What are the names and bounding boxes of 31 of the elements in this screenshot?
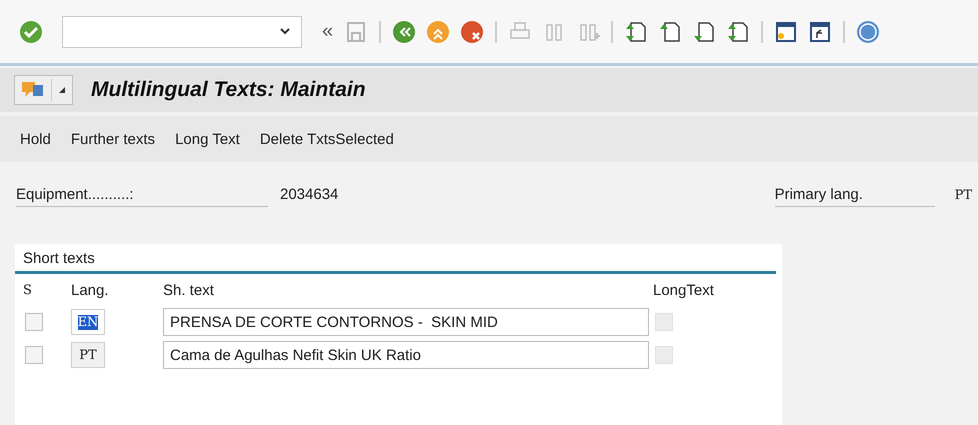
menu-item[interactable]: Long Text: [175, 130, 240, 148]
dropdown-icon: [58, 86, 66, 94]
language-field[interactable]: EN: [71, 309, 105, 335]
expand-button[interactable]: «: [322, 20, 334, 43]
menu-button[interactable]: [14, 75, 73, 105]
column-header: Lang.: [71, 282, 110, 301]
menu-item[interactable]: Hold: [20, 130, 51, 148]
text-field[interactable]: Cama de Agulhas Nefit Skin UK Ratio: [163, 341, 649, 369]
column-header: S: [23, 283, 33, 300]
menu-item[interactable]: Delete TxtsSelected: [260, 130, 394, 148]
caret-icon: [279, 28, 291, 36]
column-header: Sh. text: [163, 282, 215, 301]
row-checkbox[interactable]: [25, 346, 43, 364]
back-icon[interactable]: [391, 18, 418, 44]
field-value: 2034634: [280, 186, 338, 203]
up-arrows-icon[interactable]: [425, 18, 452, 44]
check-icon[interactable]: [18, 18, 44, 44]
field-label: Equipment..........:: [16, 186, 268, 207]
menu-item[interactable]: Further texts: [70, 130, 156, 148]
field-label: Primary lang.: [774, 186, 935, 207]
cancel-icon[interactable]: [459, 18, 486, 44]
row-checkbox[interactable]: [25, 313, 43, 331]
help-icon[interactable]: [855, 18, 882, 44]
command-field[interactable]: [62, 16, 302, 48]
window-title: Multilingual Texts: Maintain: [91, 78, 366, 102]
field-value: PT: [954, 188, 972, 203]
text-field[interactable]: PRENSA DE CORTE CONTORNOS - SKIN MID: [163, 308, 649, 336]
language-field[interactable]: PT: [71, 342, 105, 368]
section-title: Short texts: [15, 244, 776, 274]
speech-bubble-icon: [21, 80, 45, 100]
column-header: LongText: [653, 282, 715, 301]
